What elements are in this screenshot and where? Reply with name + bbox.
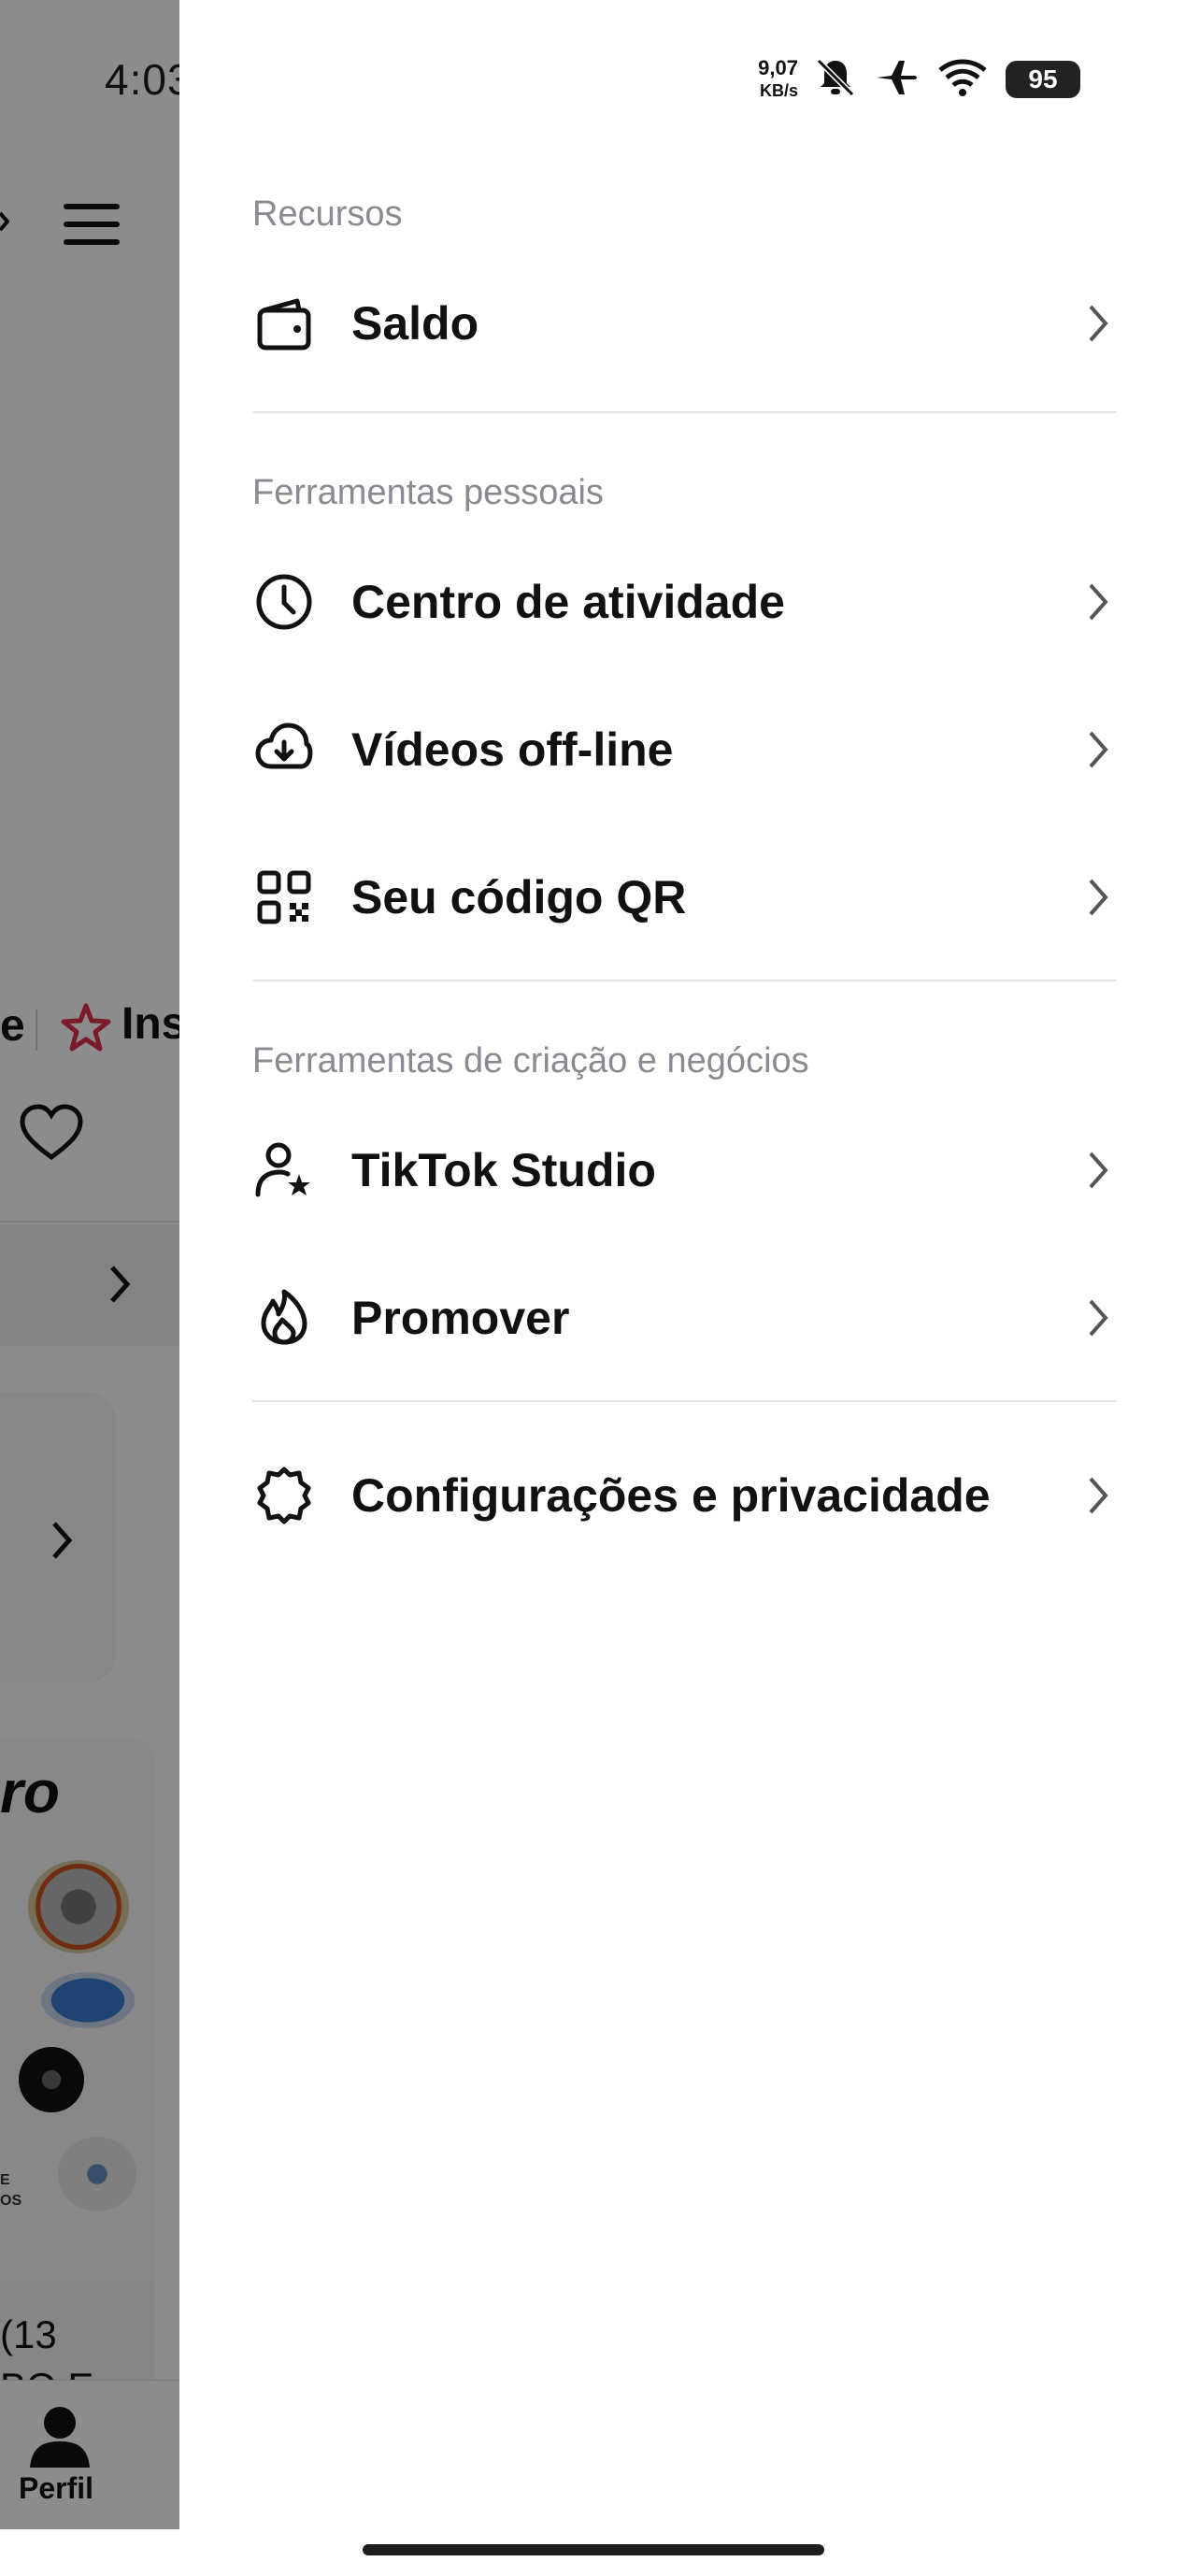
drawer-backdrop[interactable] xyxy=(0,0,179,2576)
home-indicator[interactable] xyxy=(363,2544,824,2555)
wallet-icon xyxy=(252,292,316,355)
bottom-safe-area xyxy=(0,2529,179,2576)
menu-item-centro-de-atividade[interactable]: Centro de atividade xyxy=(252,537,1117,667)
chevron-right-icon xyxy=(1079,1472,1117,1519)
section-title-ferramentas-criacao: Ferramentas de criação e negócios xyxy=(252,1041,809,1080)
chevron-right-icon xyxy=(1079,300,1117,347)
menu-item-label: Promover xyxy=(351,1292,570,1344)
status-bar-icons: 9,07 KB/s 95 xyxy=(758,56,1080,103)
network-speed-unit: KB/s xyxy=(759,81,798,100)
menu-item-saldo[interactable]: Saldo xyxy=(252,258,1117,389)
flame-icon xyxy=(252,1286,316,1350)
menu-item-tiktok-studio[interactable]: TikTok Studio xyxy=(252,1105,1117,1236)
menu-item-promover[interactable]: Promover xyxy=(252,1252,1117,1383)
menu-item-videos-off-line[interactable]: Vídeos off-line xyxy=(252,684,1117,815)
menu-item-label: Vídeos off-line xyxy=(351,723,674,776)
section-title-ferramentas-pessoais: Ferramentas pessoais xyxy=(252,473,604,512)
network-speed: 9,07 KB/s xyxy=(758,57,798,102)
menu-item-label: TikTok Studio xyxy=(351,1144,656,1196)
chevron-right-icon xyxy=(1079,726,1117,773)
wifi-icon xyxy=(936,57,989,103)
menu-item-label: Seu código QR xyxy=(351,871,687,923)
side-drawer: Recursos Saldo Ferramentas pessoais Cent… xyxy=(179,0,1185,2576)
user-star-icon xyxy=(252,1138,316,1202)
menu-item-label: Centro de atividade xyxy=(351,576,785,628)
battery-indicator: 95 xyxy=(1006,61,1080,98)
menu-item-seu-codigo-qr[interactable]: Seu código QR xyxy=(252,832,1117,963)
divider xyxy=(252,980,1117,981)
clock-icon xyxy=(252,570,316,634)
menu-item-label: Saldo xyxy=(351,297,479,350)
menu-item-configuracoes-e-privacidade[interactable]: Configurações e privacidade xyxy=(252,1430,1117,1561)
chevron-right-icon xyxy=(1079,579,1117,625)
divider xyxy=(252,411,1117,413)
bell-off-icon xyxy=(815,57,856,103)
chevron-right-icon xyxy=(1079,874,1117,921)
qr-code-icon xyxy=(252,866,316,929)
cloud-download-icon xyxy=(252,718,316,781)
airplane-mode-icon xyxy=(873,57,920,103)
chevron-right-icon xyxy=(1079,1295,1117,1341)
network-speed-value: 9,07 xyxy=(758,56,798,79)
chevron-right-icon xyxy=(1079,1147,1117,1194)
divider xyxy=(252,1400,1117,1402)
menu-item-label: Configurações e privacidade xyxy=(351,1469,991,1522)
gear-icon xyxy=(252,1464,316,1527)
section-title-recursos: Recursos xyxy=(252,194,403,234)
